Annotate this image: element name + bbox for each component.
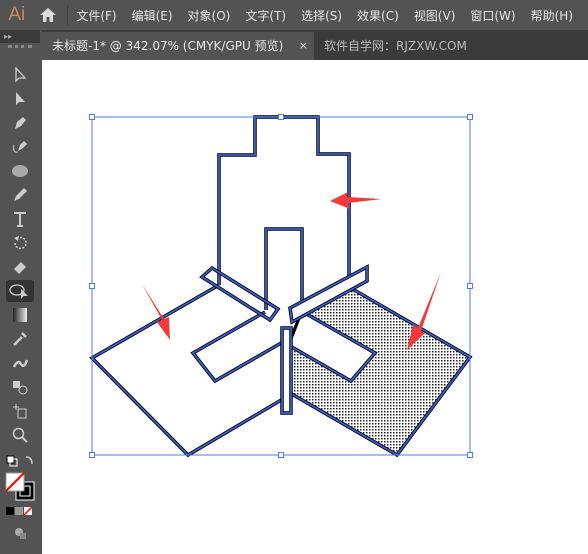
gradient-tool-icon[interactable] [6,304,34,326]
menu-view[interactable]: 视图(V) [414,7,456,24]
menu-effect[interactable]: 效果(C) [357,7,399,24]
divider [67,5,69,25]
curvature-tool-icon[interactable] [6,136,34,158]
panel-grip[interactable] [8,45,32,54]
type-tool-icon[interactable] [6,208,34,230]
app-logo: Ai [8,4,26,25]
resize-handle [89,452,95,458]
artwork [89,114,473,458]
puppet-warp-tool-icon[interactable] [6,352,34,374]
resize-handle [467,283,473,289]
top-shape[interactable] [217,115,351,310]
ellipse-tool-icon[interactable] [6,160,34,182]
tab-title: 未标题-1* @ 342.07% (CMYK/GPU 预览) [52,39,284,53]
menu-file[interactable]: 文件(F) [76,7,116,24]
artboard-tool-icon[interactable] [6,400,34,422]
pencil-tool-icon[interactable] [6,184,34,206]
direct-selection-tool-icon[interactable] [6,88,34,110]
menu-bar: Ai 文件(F) 编辑(E) 对象(O) 文字(T) 选择(S) 效果(C) 视… [0,0,588,30]
menu-type[interactable]: 文字(T) [245,7,286,24]
tools-panel: ▸▸ [0,30,40,554]
left-shape[interactable] [89,265,284,458]
resize-handle [467,114,473,120]
close-tab-button[interactable]: × [299,32,308,60]
menu-help[interactable]: 帮助(H) [531,7,573,24]
red-arrow-left [330,192,382,209]
rotate-tool-icon[interactable] [6,232,34,254]
watermark-text: 软件自学网：RJZXW.COM [324,39,467,53]
resize-handle [278,114,284,120]
resize-handle [89,114,95,120]
resize-handle [278,452,284,458]
tab-document[interactable]: 未标题-1* @ 342.07% (CMYK/GPU 预览) × [42,32,314,60]
blend-tool-icon[interactable] [6,376,34,398]
menu-window[interactable]: 窗口(W) [470,7,515,24]
resize-handle [467,452,473,458]
menu-edit[interactable]: 编辑(E) [132,7,173,24]
center-bar[interactable] [280,326,293,415]
pen-tool-icon[interactable] [6,112,34,134]
eyedropper-tool-icon[interactable] [6,328,34,350]
selection-tool-icon[interactable] [6,64,34,86]
fill-stroke-swatch[interactable] [2,472,38,502]
zoom-tool-icon[interactable] [6,424,34,446]
menu-select[interactable]: 选择(S) [301,7,342,24]
right-filled-shape[interactable] [288,264,473,458]
resize-handle [89,283,95,289]
artboard-canvas[interactable] [42,60,588,554]
shape-builder-tool-icon[interactable] [6,280,34,302]
menu-object[interactable]: 对象(O) [188,7,231,24]
home-icon[interactable] [34,0,64,30]
draw-mode-icon[interactable] [6,522,34,544]
document-tab-bar: 未标题-1* @ 342.07% (CMYK/GPU 预览) × 软件自学网：R… [42,30,588,60]
color-mode-buttons[interactable] [2,504,38,518]
red-arrow-down-right [142,284,170,340]
default-colors-and-swap-icon[interactable] [2,450,38,472]
collapse-panel-button[interactable]: ▸▸ [0,30,40,43]
eraser-tool-icon[interactable] [6,256,34,278]
